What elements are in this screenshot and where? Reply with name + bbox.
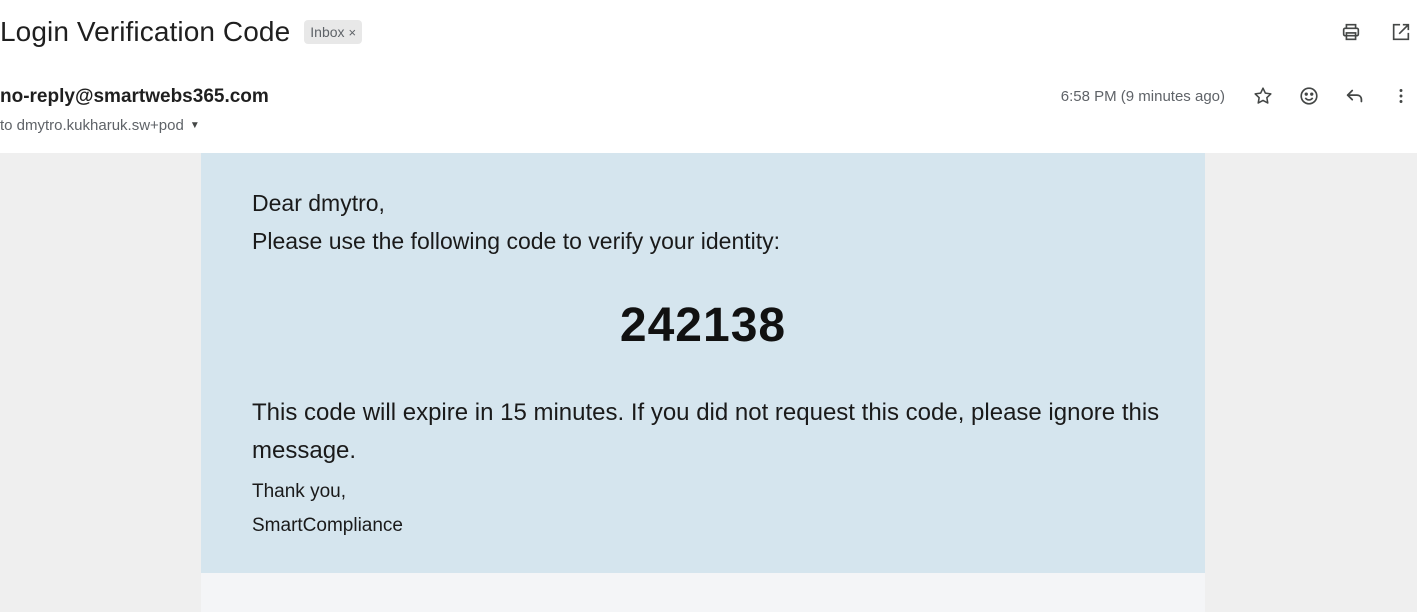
closing-text: Thank you, (252, 481, 346, 502)
message-card-footer (201, 573, 1205, 612)
instruction-text: Please use the following code to verify … (252, 228, 781, 254)
remove-label-icon[interactable]: × (349, 25, 357, 40)
emoji-reaction-icon[interactable] (1293, 80, 1325, 112)
caret-down-icon[interactable]: ▼ (190, 120, 200, 131)
sender-address: no-reply@smartwebs365.com (0, 86, 269, 107)
recipient-text: to dmytro.kukharuk.sw+pod (0, 117, 184, 134)
email-subject: Login Verification Code (0, 16, 291, 47)
signature: SmartCompliance (252, 515, 403, 536)
message-actions: 6:58 PM (9 minutes ago) (1061, 80, 1417, 112)
open-in-new-window-icon[interactable] (1385, 16, 1417, 48)
recipient-line[interactable]: to dmytro.kukharuk.sw+pod ▼ (0, 117, 200, 134)
expiry-notice: This code will expire in 15 minutes. If … (252, 399, 1160, 464)
inbox-label-chip[interactable]: Inbox × (304, 20, 363, 44)
email-view: Login Verification Code Inbox × no-reply… (0, 0, 1417, 612)
top-actions (1335, 16, 1417, 48)
reply-icon[interactable] (1339, 80, 1371, 112)
greeting-text: Dear dmytro, (252, 190, 385, 216)
print-icon[interactable] (1335, 16, 1367, 48)
star-icon[interactable] (1247, 80, 1279, 112)
timestamp: 6:58 PM (9 minutes ago) (1060, 87, 1225, 105)
verification-code: 242138 (619, 299, 787, 352)
more-vertical-icon[interactable] (1385, 80, 1417, 112)
subject-row: Login Verification Code Inbox × (0, 10, 363, 54)
label-text: Inbox (310, 24, 345, 40)
